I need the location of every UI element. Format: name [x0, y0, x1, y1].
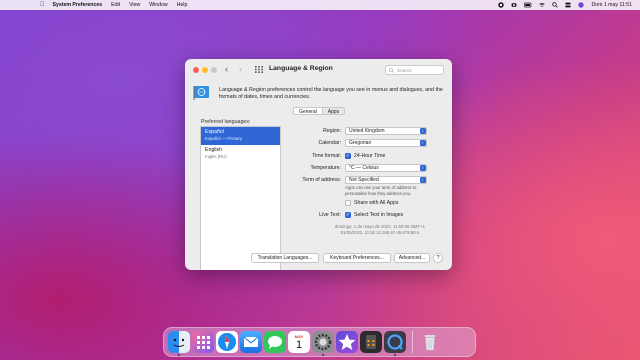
- wifi-icon[interactable]: [539, 2, 546, 8]
- share-all-apps-checkbox[interactable]: [345, 199, 351, 206]
- preferred-languages-label: Preferred languages:: [201, 119, 251, 125]
- language-subtitle: Inglés (RU): [205, 154, 227, 159]
- launchpad-icon[interactable]: [192, 331, 214, 353]
- search-placeholder: Search: [397, 67, 412, 73]
- show-all-grid-icon[interactable]: [255, 66, 263, 73]
- tab-general[interactable]: General: [294, 108, 322, 114]
- safari-icon[interactable]: [216, 331, 238, 353]
- share-all-apps-label: Share with All Apps: [354, 199, 399, 206]
- camera-icon[interactable]: [511, 2, 517, 8]
- time-format-label: Time format:: [312, 152, 341, 159]
- menu-window[interactable]: Window: [149, 2, 167, 8]
- close-button[interactable]: [193, 67, 199, 73]
- live-text-value: Select Text in Images: [354, 211, 404, 218]
- back-chevron-icon[interactable]: ‹: [225, 64, 228, 74]
- system-preferences-icon[interactable]: [312, 331, 334, 356]
- dock-separator: [412, 331, 413, 353]
- battery-icon[interactable]: [524, 2, 532, 8]
- language-name: Español: [205, 129, 224, 135]
- list-item[interactable]: Español Español — Primary: [201, 127, 280, 145]
- search-icon[interactable]: [552, 2, 559, 8]
- time-format-value: 24-Hour Time: [354, 152, 386, 159]
- finder-icon[interactable]: [168, 331, 190, 356]
- language-region-window: ‹ › Language & Region Search Language & …: [185, 59, 452, 270]
- advanced-button[interactable]: Advanced...: [394, 253, 430, 263]
- menu-bar:  System Preferences Edit View Window He…: [0, 0, 640, 10]
- term-of-address-select[interactable]: Not Specified ↕: [345, 175, 427, 184]
- messages-icon[interactable]: [264, 331, 286, 353]
- menu-help[interactable]: Help: [177, 2, 188, 8]
- tab-bar: General Apps: [293, 107, 346, 115]
- translation-languages-button[interactable]: Translation Languages...: [251, 253, 319, 263]
- live-text-checkbox[interactable]: ✓: [345, 211, 351, 218]
- live-text-row: Live Text: ✓ Select Text in Images: [281, 210, 403, 219]
- language-subtitle: Español — Primary: [205, 136, 243, 141]
- temperature-select[interactable]: °C — Celsius ↕: [345, 163, 427, 172]
- trash-icon[interactable]: [419, 331, 441, 353]
- record-icon[interactable]: [498, 2, 505, 8]
- title-bar: ‹ › Language & Region Search: [185, 59, 452, 81]
- calendar-value: Gregorian: [349, 139, 372, 146]
- help-button[interactable]: ?: [433, 253, 443, 263]
- sample-number-line: 01/05/2022, 11:50 12.345,67 45.678,90 £: [340, 229, 420, 235]
- language-name: English: [205, 147, 223, 153]
- time-format-checkbox[interactable]: ✓: [345, 152, 351, 159]
- mail-icon[interactable]: [240, 331, 262, 353]
- calendar-select[interactable]: Gregorian ↕: [345, 138, 427, 147]
- region-value: United Kingdom: [349, 127, 385, 134]
- keyboard-preferences-button[interactable]: Keyboard Preferences...: [323, 253, 391, 263]
- menu-clock[interactable]: Dom 1 may 11:51: [591, 2, 632, 8]
- temperature-value: °C — Celsius: [349, 164, 379, 171]
- chevron-updown-icon: ↕: [419, 140, 426, 146]
- term-of-address-label: Term of address:: [302, 176, 341, 183]
- calendar-day: 1: [295, 338, 303, 351]
- quicktime-icon[interactable]: [384, 331, 406, 356]
- menu-app-name[interactable]: System Preferences: [53, 2, 103, 8]
- calendar-icon[interactable]: MAY 1: [288, 331, 310, 353]
- chevron-updown-icon: ↕: [419, 177, 426, 183]
- chevron-updown-icon: ↕: [419, 165, 426, 171]
- window-title: Language & Region: [269, 65, 333, 72]
- siri-icon[interactable]: [578, 2, 585, 8]
- menu-view[interactable]: View: [129, 2, 140, 8]
- zoom-button[interactable]: [211, 67, 217, 73]
- dock: MAY 1: [163, 327, 476, 357]
- tab-apps[interactable]: Apps: [321, 108, 345, 114]
- control-center-icon[interactable]: [565, 2, 572, 8]
- star-app-icon[interactable]: [336, 331, 358, 353]
- term-of-address-row: Term of address: Not Specified ↕: [281, 175, 427, 184]
- list-item[interactable]: English Inglés (RU): [201, 145, 280, 163]
- chevron-updown-icon: ↕: [419, 128, 426, 134]
- region-row: Region: United Kingdom ↕: [281, 126, 427, 135]
- search-input[interactable]: Search: [385, 65, 444, 75]
- search-icon: [389, 67, 394, 73]
- region-label: Region:: [323, 127, 341, 134]
- minimize-button[interactable]: [202, 67, 208, 73]
- temperature-row: Temperature: °C — Celsius ↕: [281, 163, 427, 172]
- format-samples: domingo, 1 de mayo de 2022, 11:50:29 GMT…: [315, 224, 445, 235]
- region-select[interactable]: United Kingdom ↕: [345, 126, 427, 135]
- share-all-apps-row: Share with All Apps: [345, 198, 398, 207]
- forward-chevron-icon[interactable]: ›: [239, 64, 242, 74]
- calendar-row: Calendar: Gregorian ↕: [281, 138, 427, 147]
- term-of-address-value: Not Specified: [349, 176, 379, 183]
- live-text-label: Live Text:: [319, 211, 341, 218]
- language-list: Español Español — Primary English Inglés…: [200, 126, 281, 270]
- description-text: Language & Region preferences control th…: [219, 87, 443, 100]
- apple-menu-icon[interactable]: : [40, 2, 45, 8]
- term-of-address-note: Apps can use your term of address to per…: [345, 185, 417, 196]
- calendar-label: Calendar:: [318, 139, 342, 146]
- language-flag-icon: [193, 86, 209, 100]
- calculator-icon[interactable]: [360, 331, 382, 353]
- time-format-row: Time format: ✓ 24-Hour Time: [281, 151, 385, 160]
- temperature-label: Temperature:: [310, 164, 341, 171]
- menu-edit[interactable]: Edit: [111, 2, 120, 8]
